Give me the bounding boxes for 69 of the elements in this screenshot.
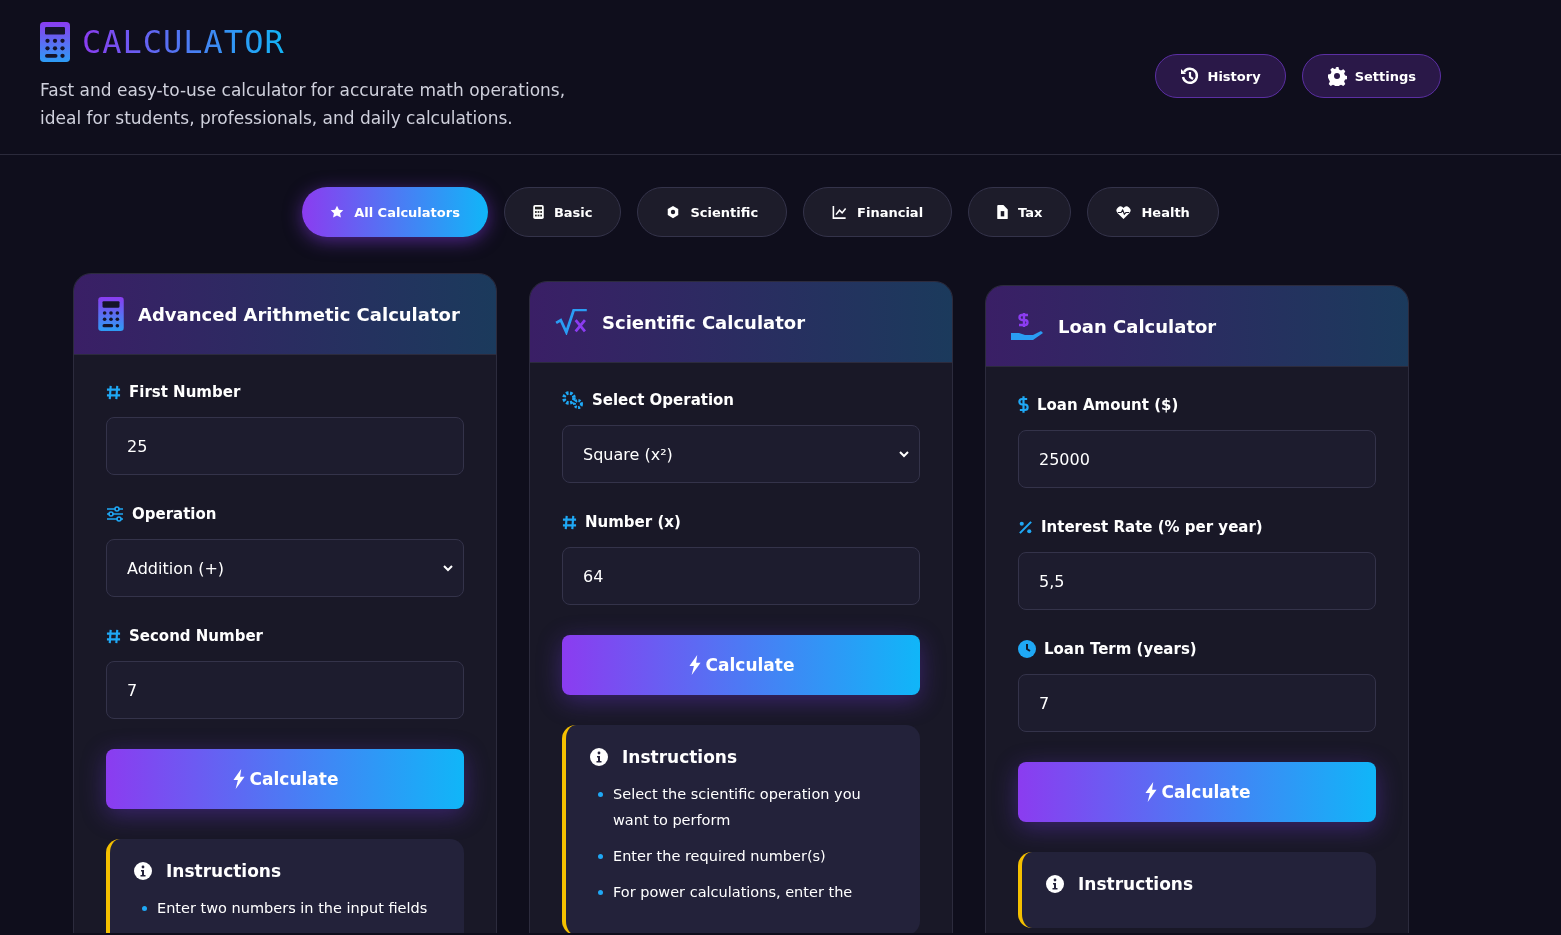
instructions-title: Instructions (166, 861, 282, 881)
lightning-icon (687, 655, 702, 675)
instructions-title: Instructions (622, 747, 738, 767)
bullet-icon (598, 890, 603, 895)
chevron-icon (443, 564, 453, 572)
card-title: Scientific Calculator (602, 311, 806, 333)
field-label: Loan Term (years) (1044, 640, 1197, 658)
settings-icon (1326, 66, 1347, 86)
field-label: Select Operation (592, 391, 735, 409)
field-label: Loan Amount ($) (1037, 395, 1179, 414)
hash-icon (106, 628, 121, 644)
gears-icon (562, 391, 584, 409)
document-icon (997, 205, 1009, 219)
input-field[interactable]: 25 (106, 417, 464, 475)
input-field[interactable]: 64 (562, 547, 920, 605)
instruction-item: Select the scientific operation you want to perform (613, 785, 862, 830)
card-title: Loan Calculator (1058, 315, 1217, 337)
field-label: Second Number (129, 627, 263, 645)
bullet-icon (598, 792, 603, 797)
info-icon (134, 862, 152, 880)
input-field[interactable]: 7 (106, 661, 464, 719)
instruction-item: Enter the required number(s) (613, 847, 826, 866)
field-label: Interest Rate (% per year) (1041, 518, 1263, 536)
lightning-icon (231, 769, 246, 789)
category-tab[interactable]: Health (1087, 187, 1219, 237)
bullet-icon (598, 854, 603, 859)
category-tab[interactable]: All Calculators (302, 187, 488, 237)
calculator-icon (98, 297, 124, 331)
category-tab[interactable]: Basic (503, 187, 622, 237)
clock-icon (1018, 640, 1036, 658)
category-tab[interactable]: Tax (968, 187, 1072, 237)
instruction-item: Enter two numbers in the input fields (157, 899, 428, 918)
category-tab[interactable]: Scientific (637, 187, 788, 237)
bullet-icon (142, 906, 147, 911)
percent-icon (1018, 519, 1033, 535)
calculate-button[interactable]: Calculate (106, 749, 464, 809)
field-label: Operation (132, 505, 217, 523)
instruction-item: For power calculations, enter the (613, 883, 853, 902)
dropdown[interactable]: Square (x²) (562, 425, 920, 483)
history-icon (1179, 66, 1200, 86)
lightning-icon (1143, 782, 1158, 802)
chevron-icon (899, 450, 909, 458)
calculate-button[interactable]: Calculate (562, 635, 920, 695)
input-field[interactable]: 5,5 (1018, 552, 1376, 610)
sliders-icon (106, 506, 124, 522)
hash-icon (562, 514, 577, 530)
field-label: Number (x) (585, 513, 681, 531)
star-icon (330, 205, 345, 219)
hash-icon (106, 384, 121, 400)
settings-button[interactable]: Settings (1301, 54, 1441, 98)
dollar-icon (1018, 395, 1029, 414)
history-button[interactable]: History (1154, 54, 1286, 98)
heart-icon (1116, 205, 1132, 219)
input-field[interactable]: 7 (1018, 674, 1376, 732)
input-field[interactable]: 25000 (1018, 430, 1376, 488)
category-tab[interactable]: Financial (803, 187, 953, 237)
dropdown[interactable]: Addition (+) (106, 539, 464, 597)
info-icon (1046, 875, 1064, 893)
hand-dollar-icon (1010, 311, 1044, 341)
chart-icon (832, 205, 848, 219)
calculator-icon (532, 205, 544, 219)
card-title: Advanced Arithmetic Calculator (138, 303, 460, 325)
instructions-title: Instructions (1078, 874, 1194, 894)
square-root-icon (554, 309, 588, 335)
info-icon (590, 748, 608, 766)
field-label: First Number (129, 383, 241, 401)
calculate-button[interactable]: Calculate (1018, 762, 1376, 822)
calculator-icon (40, 22, 70, 62)
app-description: Fast and easy-to-use calculator for accurate math operations, ideal for students, professionals, and daily calculations. (40, 79, 567, 130)
